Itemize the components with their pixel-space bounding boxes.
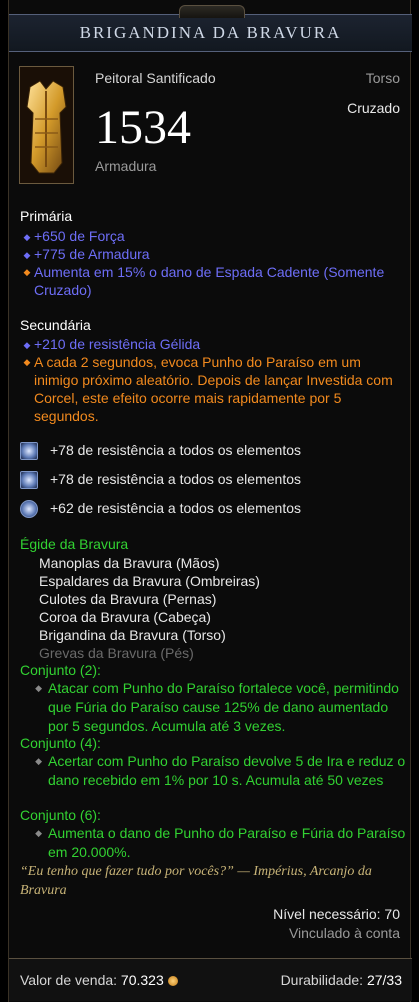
set-item: Culotes da Bravura (Pernas) [39, 591, 217, 607]
account-bound: Vinculado à conta [288, 925, 400, 941]
legendary-bullet-icon: ◆ [23, 357, 31, 367]
set-bonus: ◆ Atacar com Punho do Paraíso fortalece v… [20, 679, 410, 736]
secondary-prop: ◆ A cada 2 segundos, evoca Punho do Paraí… [20, 353, 398, 425]
prop-text: +210 de resistência Gélida [34, 336, 201, 352]
set-bonus-text: Aumenta o dano de Punho do Paraíso e Fúr… [48, 825, 406, 860]
set-bonus-label: Conjunto (4): [20, 735, 101, 751]
armor-label: Armadura [95, 158, 157, 174]
set-name: Égide da Bravura [20, 536, 129, 552]
bullet-icon: ◆ [23, 250, 31, 260]
item-class: Cruzado [347, 100, 400, 116]
item-type: Peitoral Santificado [95, 70, 216, 86]
set-item: Coroa da Bravura (Cabeça) [39, 609, 211, 625]
set-item-missing: Grevas da Bravura (Pés) [39, 645, 194, 661]
secondary-prop: ◆ +210 de resistência Gélida [20, 335, 400, 354]
set-bonus-label: Conjunto (6): [20, 807, 101, 823]
diamond-gem-icon [20, 471, 38, 490]
primary-prop: ◆ +775 de Armadura [20, 245, 400, 264]
flavor-text: “Eu tenho que fazer tudo por vocês?” — I… [20, 864, 372, 898]
header-trim [179, 5, 245, 18]
sell-label: Valor de venda: [20, 972, 118, 988]
prop-text: +775 de Armadura [34, 246, 150, 262]
socket-row: +62 de resistência a todos os elementos [20, 496, 301, 520]
tooltip-footer: Valor de venda: 70.323 Durabilidade: 27/… [9, 958, 412, 1001]
prop-text: +650 de Força [34, 228, 125, 244]
chest-armor-icon [20, 67, 73, 183]
set-bonus: ◆ Aumenta o dano de Punho do Paraíso e Fú… [20, 824, 410, 862]
socket-text: +78 de resistência a todos os elementos [50, 442, 301, 458]
item-tooltip: BRIGANDINA DA BRAVURA Peitoral Santifica… [8, 0, 412, 1002]
tooltip-header: BRIGANDINA DA BRAVURA [9, 5, 412, 52]
primary-title: Primária [20, 208, 73, 224]
prop-text: Aumenta em 15% o dano de Espada Cadente … [34, 264, 385, 298]
legendary-bullet-icon: ◆ [23, 267, 31, 277]
gold-coin-icon [167, 976, 178, 986]
item-name: BRIGANDINA DA BRAVURA [79, 23, 342, 42]
diamond-gem-icon [20, 442, 38, 461]
bullet-icon: ◆ [35, 828, 42, 838]
sell-amount: 70.323 [120, 972, 164, 988]
level-requirement: Nível necessário: 70 [273, 906, 400, 922]
round-gem-icon [20, 500, 38, 519]
set-bonus-text: Acertar com Punho do Paraíso devolve 5 d… [48, 753, 406, 788]
sell-value: Valor de venda: 70.323 [20, 972, 178, 988]
socket-text: +78 de resistência a todos os elementos [50, 471, 301, 487]
bullet-icon: ◆ [35, 683, 42, 693]
secondary-title: Secundária [20, 317, 91, 333]
set-bonus-text: Atacar com Punho do Paraíso fortalece vo… [48, 680, 399, 734]
durability: Durabilidade: 27/33 [281, 972, 402, 988]
bullet-icon: ◆ [23, 340, 31, 350]
set-bonus: ◆ Acertar com Punho do Paraíso devolve 5 … [20, 752, 410, 790]
durability-value: 27/33 [366, 972, 402, 988]
armor-value: 1534 [95, 101, 191, 154]
bullet-icon: ◆ [35, 756, 42, 766]
socket-row: +78 de resistência a todos os elementos [20, 438, 301, 462]
bullet-icon: ◆ [23, 232, 31, 242]
set-item: Manoplas da Bravura (Mãos) [39, 555, 220, 571]
socket-row: +78 de resistência a todos os elementos [20, 467, 301, 491]
primary-prop: ◆ Aumenta em 15% o dano de Espada Cadente… [20, 263, 400, 299]
primary-prop: ◆ +650 de Força [20, 227, 400, 246]
prop-text: A cada 2 segundos, evoca Punho do Paraís… [34, 354, 393, 424]
set-bonus-label: Conjunto (2): [20, 662, 101, 678]
item-slot: Torso [365, 70, 400, 86]
set-item: Brigandina da Bravura (Torso) [39, 627, 226, 643]
set-item: Espaldares da Bravura (Ombreiras) [39, 573, 260, 589]
durability-label: Durabilidade: [280, 972, 364, 988]
socket-text: +62 de resistência a todos os elementos [50, 500, 301, 516]
item-icon-frame [19, 66, 74, 184]
